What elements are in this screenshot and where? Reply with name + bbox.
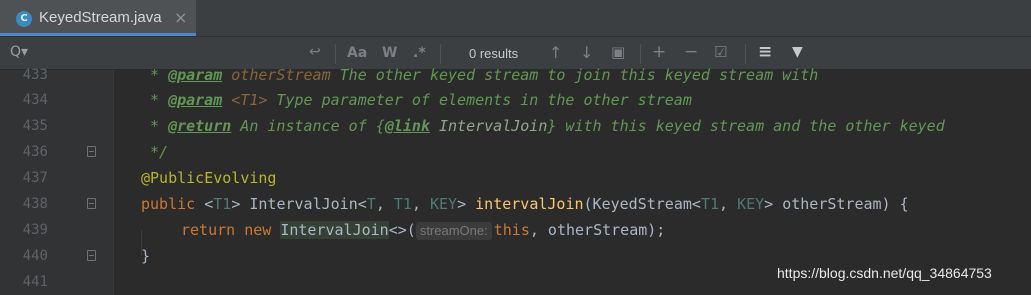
code-text: > IntervalJoin< [231,195,367,213]
search-results-count: 0 results [469,46,519,61]
divider [640,44,641,64]
type-parameter: T1 [393,195,412,213]
select-all-occurrences-icon[interactable]: ▣ [611,43,625,61]
javadoc-param: otherStream [222,66,331,84]
line-number: 437 [22,170,48,186]
fold-marker-icon[interactable] [87,250,96,261]
keyword: this [493,221,530,239]
keyword: new [244,221,272,239]
doc-comment-end: */ [150,143,169,161]
line-number: 439 [22,222,48,238]
line-number: 441 [22,274,48,290]
code-text: > [457,195,476,213]
doc-comment: IntervalJoin [429,117,548,135]
tab-label: KeyedStream.java [39,9,162,26]
code-text: , [411,195,430,213]
previous-occurrence-icon[interactable]: ↑ [549,43,562,62]
regex-toggle[interactable]: .* [413,45,426,61]
code-text: <>( [388,221,416,239]
remove-occurrence-icon[interactable]: − [684,42,698,62]
code-text: , otherStream); [529,221,666,239]
divider [440,44,441,64]
code-editor[interactable]: 433 * @param otherStream The other keyed… [0,66,1031,295]
code-line: 435 * @return An instance of {@link Inte… [0,113,1031,139]
add-occurrence-icon[interactable]: + [652,42,666,62]
type-parameter: KEY [737,195,765,213]
words-toggle[interactable]: W [382,45,397,61]
code-line: 439 return new IntervalJoin<>(streamOne:… [0,217,1031,243]
javadoc-tag: @param [168,91,223,109]
code-text: > otherStream) { [764,195,909,213]
code-text: , [719,195,738,213]
doc-comment: * [150,117,169,135]
doc-comment: } with this keyed stream and the other k… [547,117,945,135]
type-parameter: T [366,195,376,213]
divider [745,44,746,64]
keyword: public [141,195,196,213]
filter-icon[interactable]: ▼ [792,44,803,60]
fold-marker-icon[interactable] [87,198,96,209]
search-icon[interactable]: Q▾ [10,44,28,60]
type-parameter: T1 [700,195,719,213]
line-number: 440 [22,248,48,264]
line-number: 436 [22,144,48,160]
tab-keyedstream-java[interactable]: C KeyedStream.java × [0,0,196,36]
close-icon[interactable]: × [174,8,187,27]
code-text: < [195,195,214,213]
editor-tab-bar: C KeyedStream.java × [0,0,1031,36]
code-line: 434 * @param <T1> Type parameter of elem… [0,87,1031,113]
code-line: 438 public <T1> IntervalJoin<T, T1, KEY>… [0,191,1031,217]
next-occurrence-icon[interactable]: ↓ [580,43,593,62]
doc-comment: An instance of { [231,117,385,135]
filter-search-results-icon[interactable]: ≡ [758,42,772,62]
highlighted-class-name: IntervalJoin [280,221,389,239]
javadoc-tag: @param [168,66,223,84]
divider [335,44,336,64]
keyword: return [181,221,236,239]
method-name: intervalJoin [475,195,584,213]
new-line-icon[interactable]: ↩ [309,44,321,60]
javadoc-link-tag: @link [384,117,430,135]
watermark: https://blog.csdn.net/qq_34864753 [777,265,992,281]
fold-marker-icon[interactable] [87,146,96,157]
code-line: 436 */ [0,139,1031,165]
annotation: @PublicEvolving [141,169,277,187]
code-text: (KeyedStream< [583,195,701,213]
code-line: 433 * @param otherStream The other keyed… [0,62,1031,88]
java-class-icon: C [16,11,32,27]
line-number: 435 [22,118,48,134]
code-line: 437 @PublicEvolving [0,165,1031,191]
doc-comment: * [150,66,169,84]
doc-comment: Type parameter of elements in the other … [267,91,692,109]
javadoc-param: <T1> [222,91,268,109]
doc-comment: * [150,91,169,109]
closing-brace: } [141,247,151,265]
line-number: 438 [22,196,48,212]
javadoc-tag: @return [168,117,232,135]
doc-comment: The other keyed stream to join this keye… [330,66,819,84]
line-number: 434 [22,92,48,108]
match-case-toggle[interactable]: Aa [347,45,367,61]
type-parameter: T1 [213,195,232,213]
type-parameter: KEY [430,195,458,213]
code-text: , [375,195,394,213]
parameter-hint: streamOne: [415,222,492,240]
line-number: 433 [22,67,48,83]
select-occurrences-icon[interactable]: ☑ [714,43,727,61]
